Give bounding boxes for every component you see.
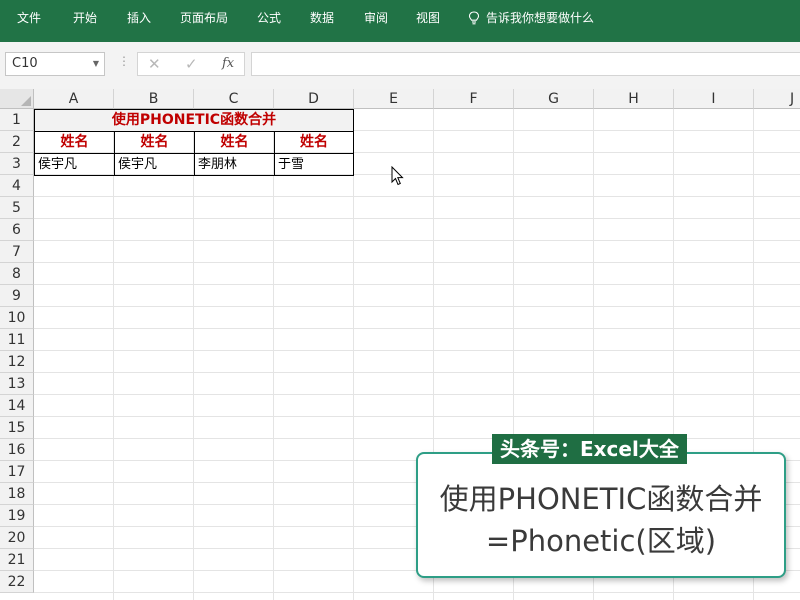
formula-input[interactable] [251, 52, 800, 76]
column-header-c[interactable]: C [194, 89, 274, 109]
gridline [34, 240, 800, 241]
gridline [34, 328, 800, 329]
cell-c2-header[interactable]: 姓名 [194, 131, 275, 154]
column-header-d[interactable]: D [274, 89, 354, 109]
tell-me-label: 告诉我你想要做什么 [486, 11, 595, 25]
gridline [34, 416, 800, 417]
column-header-i[interactable]: I [674, 89, 754, 109]
tab-home[interactable]: 开始 [73, 0, 97, 36]
row-header-5[interactable]: 5 [0, 197, 34, 219]
formula-bar: C10 ▼ ⋮ ✕ ✓ fx [0, 42, 800, 89]
column-header-h[interactable]: H [594, 89, 674, 109]
row-header-21[interactable]: 21 [0, 549, 34, 571]
cell-a3[interactable]: 侯宇凡 [34, 153, 115, 176]
cell-a1-title[interactable]: 使用PHONETIC函数合并 [34, 109, 354, 132]
gridline [34, 372, 800, 373]
row-header-11[interactable]: 11 [0, 329, 34, 351]
gridline [34, 592, 800, 593]
cancel-icon[interactable]: ✕ [148, 53, 161, 75]
row-header-7[interactable]: 7 [0, 241, 34, 263]
row-header-15[interactable]: 15 [0, 417, 34, 439]
formula-buttons: ✕ ✓ fx [137, 52, 245, 76]
tip-line-2: =Phonetic(区域) [485, 524, 717, 558]
row-header-8[interactable]: 8 [0, 263, 34, 285]
gridline [34, 262, 800, 263]
row-header-1[interactable]: 1 [0, 109, 34, 131]
row-header-20[interactable]: 20 [0, 527, 34, 549]
column-header-e[interactable]: E [354, 89, 434, 109]
insert-function-icon[interactable]: fx [222, 53, 234, 75]
cell-d2-header[interactable]: 姓名 [274, 131, 354, 154]
column-header-j[interactable]: J [754, 89, 800, 109]
column-header-a[interactable]: A [34, 89, 114, 109]
tab-formulas[interactable]: 公式 [257, 0, 281, 36]
gridline [34, 218, 800, 219]
name-box[interactable]: C10 ▼ [5, 52, 105, 76]
cell-c3[interactable]: 李朋林 [194, 153, 275, 176]
column-header-f[interactable]: F [434, 89, 514, 109]
tab-review[interactable]: 审阅 [364, 0, 388, 36]
source-badge: 头条号：Excel大全 [492, 434, 687, 464]
more-options-icon[interactable]: ⋮ [118, 54, 130, 68]
column-header-g[interactable]: G [514, 89, 594, 109]
chevron-down-icon[interactable]: ▼ [93, 53, 99, 75]
tip-card: 使用PHONETIC函数合并 =Phonetic(区域) [416, 452, 786, 578]
select-all-icon [21, 96, 31, 106]
select-all-button[interactable] [0, 89, 34, 109]
row-header-4[interactable]: 4 [0, 175, 34, 197]
row-header-3[interactable]: 3 [0, 153, 34, 175]
gridline [34, 196, 800, 197]
row-header-10[interactable]: 10 [0, 307, 34, 329]
row-header-13[interactable]: 13 [0, 373, 34, 395]
row-header-18[interactable]: 18 [0, 483, 34, 505]
name-box-value: C10 [12, 56, 38, 71]
row-header-9[interactable]: 9 [0, 285, 34, 307]
row-header-12[interactable]: 12 [0, 351, 34, 373]
gridline [34, 306, 800, 307]
lightbulb-icon [468, 11, 480, 25]
gridline [34, 284, 800, 285]
tab-view[interactable]: 视图 [416, 0, 440, 36]
cell-b2-header[interactable]: 姓名 [114, 131, 195, 154]
row-header-16[interactable]: 16 [0, 439, 34, 461]
gridline [34, 350, 800, 351]
cell-b3[interactable]: 侯宇凡 [114, 153, 195, 176]
tab-data[interactable]: 数据 [310, 0, 334, 36]
tab-insert[interactable]: 插入 [127, 0, 151, 36]
tell-me-search[interactable]: 告诉我你想要做什么 [468, 0, 594, 36]
row-header-17[interactable]: 17 [0, 461, 34, 483]
tab-file[interactable]: 文件 [17, 0, 41, 36]
row-header-14[interactable]: 14 [0, 395, 34, 417]
row-header-19[interactable]: 19 [0, 505, 34, 527]
tab-page-layout[interactable]: 页面布局 [180, 0, 228, 36]
row-header-22[interactable]: 22 [0, 571, 34, 593]
ribbon-tab-bar: 文件 开始 插入 页面布局 公式 数据 审阅 视图 告诉我你想要做什么 [0, 0, 800, 42]
row-header-2[interactable]: 2 [0, 131, 34, 153]
column-header-b[interactable]: B [114, 89, 194, 109]
enter-check-icon[interactable]: ✓ [185, 53, 198, 75]
gridline [34, 394, 800, 395]
row-header-6[interactable]: 6 [0, 219, 34, 241]
mouse-cursor-icon [391, 166, 404, 186]
cell-d3[interactable]: 于雪 [274, 153, 354, 176]
tip-line-1: 使用PHONETIC函数合并 [439, 482, 763, 516]
cell-a2-header[interactable]: 姓名 [34, 131, 115, 154]
